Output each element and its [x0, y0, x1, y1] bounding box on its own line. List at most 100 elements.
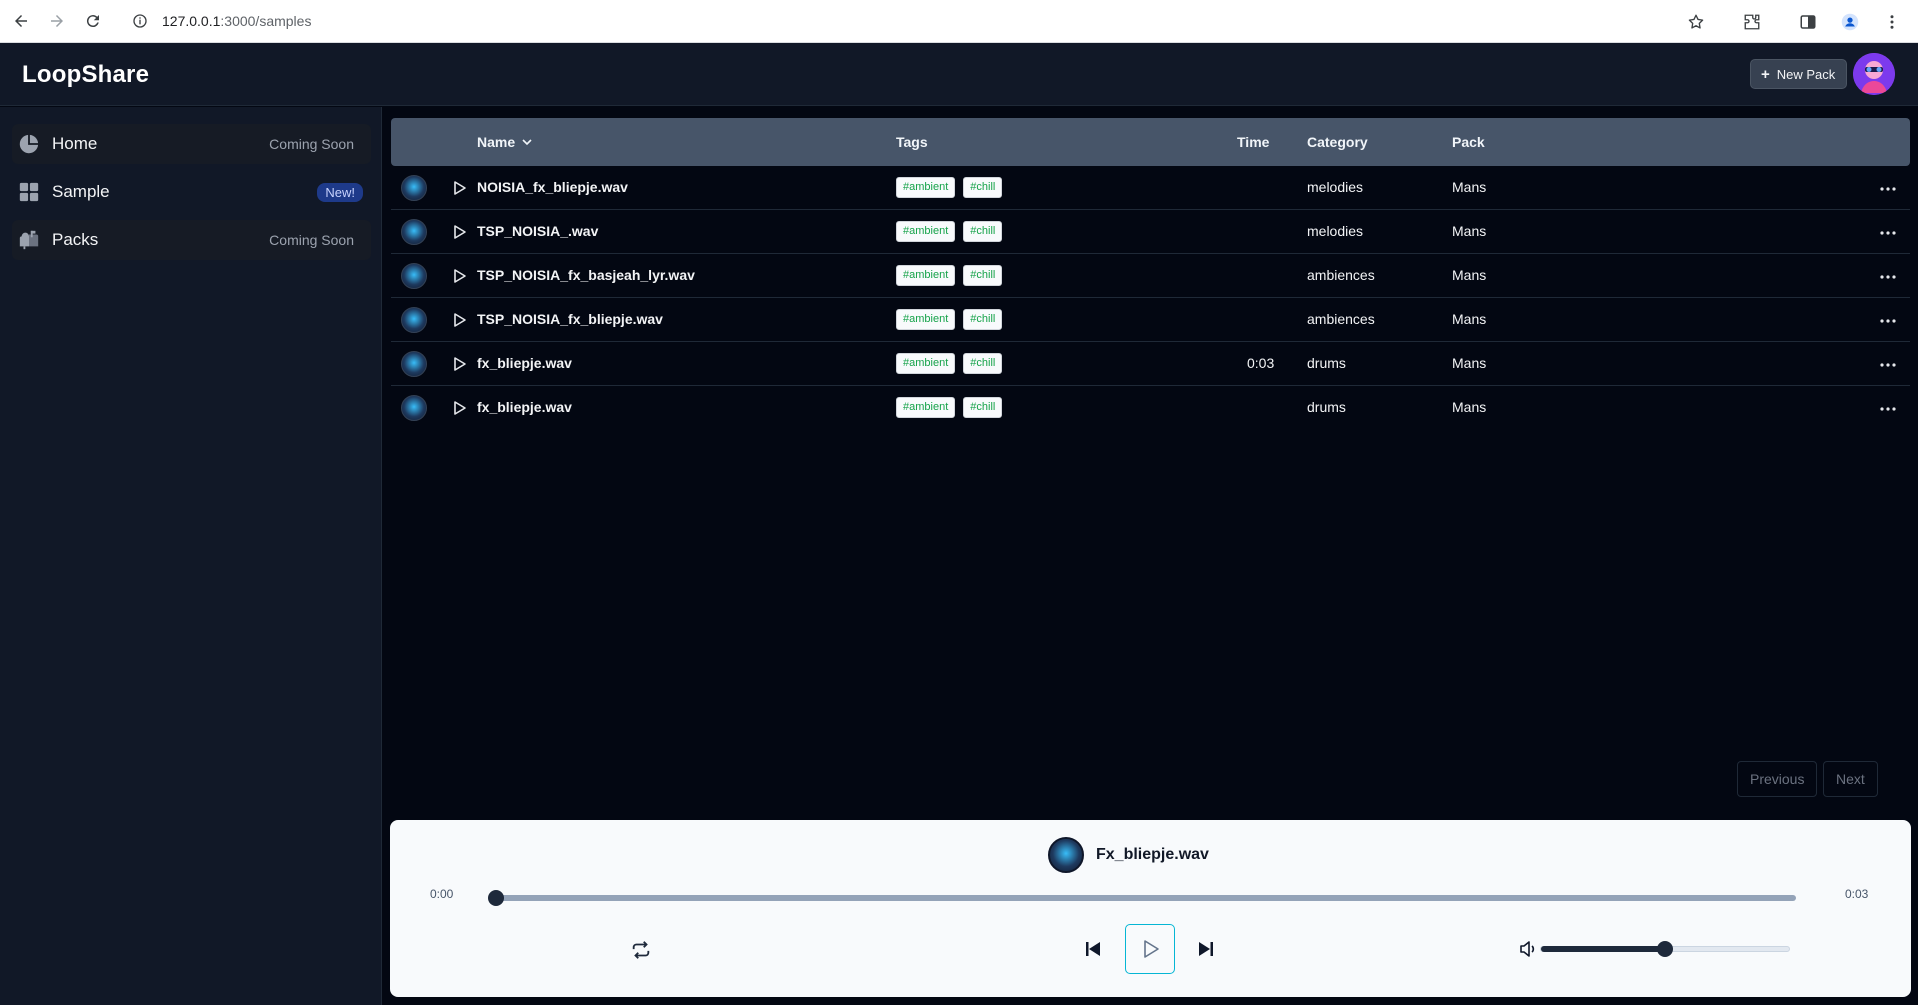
next-page-button[interactable]: Next	[1823, 761, 1878, 797]
site-info-icon[interactable]	[132, 13, 148, 29]
progress-slider[interactable]	[488, 890, 1796, 906]
bookmark-star-icon[interactable]	[1678, 4, 1714, 40]
column-header-pack: Pack	[1452, 134, 1485, 150]
tag-badge[interactable]: #ambient	[896, 397, 956, 418]
table-row: NOISIA_fx_bliepje.wav #ambient #chill me…	[391, 166, 1910, 210]
sample-pack: Mans	[1452, 223, 1487, 239]
sample-thumbnail	[401, 395, 427, 421]
sidebar: Home Coming Soon Sample New! Packs Comin…	[0, 107, 382, 1005]
sidebar-item-home[interactable]: Home Coming Soon	[12, 124, 371, 164]
skip-next-icon[interactable]	[1196, 939, 1216, 959]
menu-kebab-icon[interactable]	[1874, 4, 1910, 40]
sample-pack: Mans	[1452, 399, 1487, 415]
new-badge: New!	[317, 182, 363, 202]
sidebar-item-label: Home	[52, 134, 98, 153]
play-icon[interactable]	[449, 178, 469, 198]
play-button[interactable]	[1125, 924, 1175, 974]
now-playing: Fx_bliepje.wav	[1048, 837, 1209, 873]
coming-soon-badge: Coming Soon	[269, 232, 354, 248]
sample-thumbnail	[401, 307, 427, 333]
table-row: TSP_NOISIA_fx_bliepje.wav #ambient #chil…	[391, 298, 1910, 342]
column-header-name[interactable]: Name	[477, 134, 533, 150]
tag-badge[interactable]: #ambient	[896, 353, 956, 374]
skip-previous-icon[interactable]	[1083, 939, 1103, 959]
play-icon[interactable]	[449, 354, 469, 374]
volume-fill	[1541, 946, 1665, 952]
column-header-category: Category	[1307, 134, 1368, 150]
tag-badge[interactable]: #chill	[963, 309, 1003, 330]
tag-badge[interactable]: #ambient	[896, 265, 956, 286]
volume-icon[interactable]	[1518, 939, 1538, 959]
samples-table: Name Tags Time Category Pack NOISIA_fx_b…	[391, 118, 1910, 430]
play-icon[interactable]	[449, 398, 469, 418]
progress-knob[interactable]	[488, 890, 504, 906]
sample-thumbnail	[401, 263, 427, 289]
sample-tags: #ambient #chill	[896, 309, 1003, 330]
duration: 0:03	[1845, 887, 1869, 901]
tag-badge[interactable]: #chill	[963, 177, 1003, 198]
new-pack-label: New Pack	[1776, 66, 1836, 82]
sample-category: drums	[1307, 355, 1346, 371]
play-icon[interactable]	[449, 266, 469, 286]
tag-badge[interactable]: #ambient	[896, 177, 956, 198]
sample-time: 0:03	[1247, 355, 1275, 371]
more-options-icon[interactable]	[1878, 267, 1898, 287]
table-row: TSP_NOISIA_fx_basjeah_lyr.wav #ambient #…	[391, 254, 1910, 298]
sample-tags: #ambient #chill	[896, 397, 1003, 418]
more-options-icon[interactable]	[1878, 179, 1898, 199]
sidebar-item-label: Sample	[52, 182, 110, 201]
tag-badge[interactable]: #chill	[963, 221, 1003, 242]
sample-thumbnail	[401, 175, 427, 201]
browser-toolbar: 127.0.0.1:3000/samples	[0, 0, 1918, 43]
coming-soon-badge: Coming Soon	[269, 136, 354, 152]
sample-thumbnail	[401, 351, 427, 377]
sample-tags: #ambient #chill	[896, 221, 1003, 242]
extensions-icon[interactable]	[1734, 4, 1770, 40]
previous-page-button[interactable]: Previous	[1737, 761, 1818, 797]
sample-category: drums	[1307, 399, 1346, 415]
more-options-icon[interactable]	[1878, 223, 1898, 243]
tag-badge[interactable]: #ambient	[896, 221, 956, 242]
address-bar[interactable]: 127.0.0.1:3000/samples	[120, 5, 1720, 37]
pie-chart-icon	[19, 134, 39, 154]
sample-pack: Mans	[1452, 355, 1487, 371]
mailbox-icon	[19, 230, 39, 250]
play-icon[interactable]	[449, 310, 469, 330]
sample-name[interactable]: TSP_NOISIA_fx_basjeah_lyr.wav	[477, 267, 695, 283]
profile-icon[interactable]	[1832, 4, 1868, 40]
sample-name[interactable]: TSP_NOISIA_fx_bliepje.wav	[477, 311, 663, 327]
sample-name[interactable]: NOISIA_fx_bliepje.wav	[477, 179, 628, 195]
sidebar-item-sample[interactable]: Sample New!	[12, 172, 371, 212]
grid-icon	[19, 182, 39, 202]
tag-badge[interactable]: #chill	[963, 265, 1003, 286]
volume-knob[interactable]	[1657, 941, 1673, 957]
avatar[interactable]	[1853, 53, 1895, 95]
play-icon[interactable]	[449, 222, 469, 242]
url-host: 127.0.0.1	[162, 13, 221, 29]
sample-category: melodies	[1307, 223, 1364, 239]
sidebar-item-packs[interactable]: Packs Coming Soon	[12, 220, 371, 260]
sample-tags: #ambient #chill	[896, 353, 1003, 374]
tag-badge[interactable]: #chill	[963, 353, 1003, 374]
repeat-icon[interactable]	[630, 939, 652, 961]
back-icon[interactable]	[3, 3, 39, 39]
table-header: Name Tags Time Category Pack	[391, 118, 1910, 166]
tag-badge[interactable]: #ambient	[896, 309, 956, 330]
sample-name[interactable]: fx_bliepje.wav	[477, 355, 572, 371]
more-options-icon[interactable]	[1878, 355, 1898, 375]
sample-category: melodies	[1307, 179, 1364, 195]
more-options-icon[interactable]	[1878, 399, 1898, 419]
sidebar-item-label: Packs	[52, 230, 99, 249]
brand-logo[interactable]: LoopShare	[22, 61, 149, 89]
sample-name[interactable]: TSP_NOISIA_.wav	[477, 223, 598, 239]
volume-slider[interactable]	[1540, 941, 1790, 957]
tag-badge[interactable]: #chill	[963, 397, 1003, 418]
new-pack-button[interactable]: + New Pack	[1750, 59, 1848, 89]
reload-icon[interactable]	[75, 3, 111, 39]
sample-name[interactable]: fx_bliepje.wav	[477, 399, 572, 415]
forward-icon[interactable]	[39, 3, 75, 39]
sample-pack: Mans	[1452, 267, 1487, 283]
side-panel-icon[interactable]	[1790, 4, 1826, 40]
more-options-icon[interactable]	[1878, 311, 1898, 331]
table-row: fx_bliepje.wav #ambient #chill 0:03 drum…	[391, 342, 1910, 386]
